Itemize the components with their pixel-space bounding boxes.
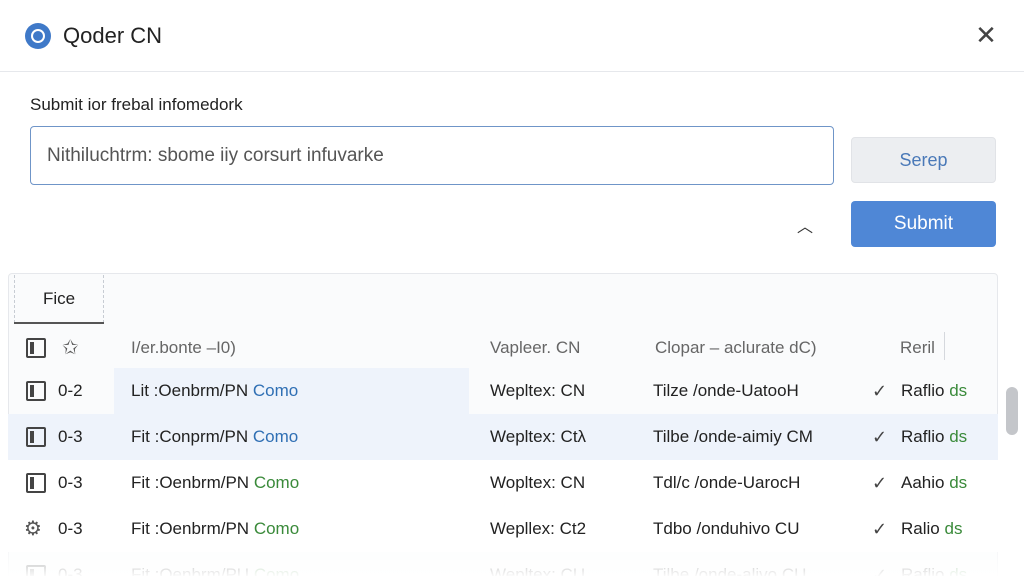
window-title: Qoder CN <box>63 23 163 48</box>
gear-icon: ⚙ <box>24 516 42 540</box>
header-settings-icon[interactable]: ✩ <box>62 337 79 357</box>
check-icon: ✓ <box>872 427 888 448</box>
row-status-suffix: ds <box>949 381 968 400</box>
vertical-scrollbar[interactable] <box>1006 387 1018 435</box>
file-icon <box>26 427 46 447</box>
table-row[interactable]: 0-3 Fit :Oenbrm/PU Como Wepltex: CU Tilb… <box>8 552 998 576</box>
table-row[interactable]: 0-3 Fit :Conprm/PN Como Wepltex: Ctλ Til… <box>8 414 998 460</box>
row-name-link[interactable]: Como <box>254 519 299 538</box>
row-name: Fit :Oenbrm/PN <box>131 519 250 538</box>
row-status: Ralio <box>901 519 940 538</box>
tab-file[interactable]: Fice <box>14 275 104 323</box>
row-name-link[interactable]: Como <box>254 565 299 576</box>
row-status-suffix: ds <box>949 565 968 576</box>
row-id: 0-3 <box>58 519 83 538</box>
title-bar: Qoder CN ✕ <box>0 0 1024 72</box>
check-icon: ✓ <box>872 565 888 576</box>
row-status: Raflio <box>901 381 945 400</box>
app-logo-icon <box>25 23 51 49</box>
check-icon: ✓ <box>872 381 888 402</box>
column-header[interactable]: Reril <box>900 335 935 361</box>
row-status-suffix: ds <box>949 473 968 492</box>
row-name: Fit :Conprm/PN <box>131 427 249 446</box>
row-col3: Wepllex: Ct2 <box>490 519 587 538</box>
row-status: Raflio <box>901 427 945 446</box>
column-header[interactable]: I/er.bonte –I0) <box>131 335 236 361</box>
row-id: 0-2 <box>58 381 83 400</box>
row-name-link[interactable]: Como <box>253 381 298 400</box>
row-col4: Tilze /onde-UatooH <box>653 381 799 400</box>
row-id: 0-3 <box>58 427 83 446</box>
row-id: 0-3 <box>58 565 83 576</box>
column-header[interactable]: Vapleer. CN <box>490 335 580 361</box>
check-icon: ✓ <box>872 519 888 540</box>
row-col3: Wepltex: CU <box>490 565 586 576</box>
file-icon <box>26 565 46 576</box>
secondary-button[interactable]: Serep <box>851 137 996 183</box>
row-name-link[interactable]: Como <box>253 427 298 446</box>
table-row[interactable]: 0-2 Lit :Oenbrm/PN Como Wepltex: CN Tilz… <box>8 368 998 414</box>
table-row[interactable]: 0-3 Fit :Oenbrm/PN Como Wopltex: CN Tdl/… <box>8 460 998 506</box>
feedback-input[interactable] <box>30 126 834 185</box>
check-icon: ✓ <box>872 473 888 494</box>
column-divider <box>944 332 945 360</box>
row-status: Aahio <box>901 473 945 492</box>
row-status-suffix: ds <box>944 519 963 538</box>
file-icon <box>26 473 46 493</box>
tab-active-indicator <box>14 322 104 324</box>
row-id: 0-3 <box>58 473 83 492</box>
row-col4: Tilbe /onde-alivo CU <box>653 565 807 576</box>
header-file-icon <box>26 338 46 358</box>
close-icon[interactable]: ✕ <box>972 22 1000 50</box>
submit-button[interactable]: Submit <box>851 201 996 247</box>
row-col4: Tilbe /onde-aimiy CM <box>653 427 813 446</box>
row-col3: Wepltex: CN <box>490 381 586 400</box>
row-name-link[interactable]: Como <box>254 473 299 492</box>
chevron-up-icon[interactable]: ︿ <box>797 213 813 237</box>
row-name: Fit :Oenbrm/PN <box>131 473 250 492</box>
table-row[interactable]: ⚙ 0-3 Fit :Oenbrm/PN Como Wepllex: Ct2 T… <box>8 506 998 552</box>
row-col3: Wopltex: CN <box>490 473 586 492</box>
row-col4: Tdl/c /onde-UarocH <box>653 473 801 492</box>
row-status-suffix: ds <box>949 427 968 446</box>
row-name: Fit :Oenbrm/PU <box>131 565 250 576</box>
row-status: Raflio <box>901 565 945 576</box>
column-header[interactable]: Clopar – aclurate dC) <box>655 335 817 361</box>
row-col4: Tdbo /onduhivo CU <box>653 519 800 538</box>
file-icon <box>26 381 46 401</box>
tab-label: Fice <box>42 289 76 308</box>
form-label: Submit ior frebal infomedork <box>30 95 243 114</box>
row-col3: Wepltex: Ctλ <box>490 427 587 446</box>
row-name: Lit :Oenbrm/PN <box>131 381 249 400</box>
